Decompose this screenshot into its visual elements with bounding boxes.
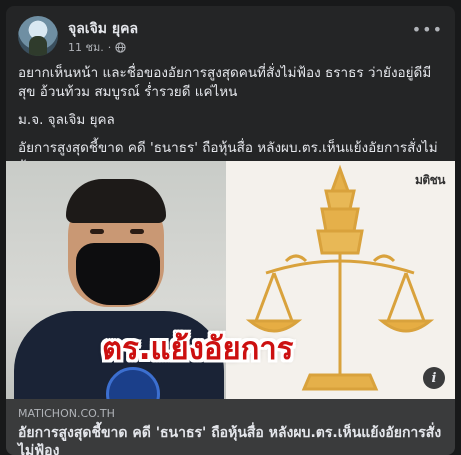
eye bbox=[90, 229, 104, 234]
post-text-line-1: อยากเห็นหน้า และชื่อของอัยการสูงสุดคนที่… bbox=[18, 65, 432, 100]
meta-separator: · bbox=[107, 40, 112, 54]
post-time[interactable]: 11 ชม. bbox=[68, 38, 104, 56]
post-text-line-2: ม.จ. จุลเจิม ยุคล bbox=[18, 112, 115, 128]
image-overlay-text: ตร.แย้งอัยการ bbox=[102, 331, 294, 367]
post-header: จุลเจิม ยุคล 11 ชม. · ••• bbox=[18, 16, 443, 60]
avatar[interactable] bbox=[18, 16, 58, 56]
post-image[interactable]: มติชน ตร.แย้งอัยการ i bbox=[6, 161, 455, 399]
hair bbox=[66, 179, 166, 223]
link-domain: MATICHON.CO.TH bbox=[18, 407, 115, 420]
face-mask bbox=[76, 243, 160, 305]
post-meta: 11 ชม. · bbox=[68, 38, 126, 56]
eye bbox=[130, 229, 144, 234]
watermark-logo: มติชน bbox=[414, 173, 446, 187]
link-title[interactable]: อัยการสูงสุดชี้ขาด คดี 'ธนาธร' ถือหุ้นสื… bbox=[18, 424, 443, 455]
post-card: จุลเจิม ยุคล 11 ชม. · ••• อยากเห็นหน้า แ… bbox=[6, 6, 455, 455]
link-preview[interactable]: MATICHON.CO.TH อัยการสูงสุดชี้ขาด คดี 'ธ… bbox=[6, 399, 455, 455]
author-name[interactable]: จุลเจิม ยุคล bbox=[68, 18, 138, 40]
more-icon[interactable]: ••• bbox=[412, 20, 443, 39]
info-icon[interactable]: i bbox=[423, 367, 445, 389]
globe-icon bbox=[115, 41, 126, 53]
